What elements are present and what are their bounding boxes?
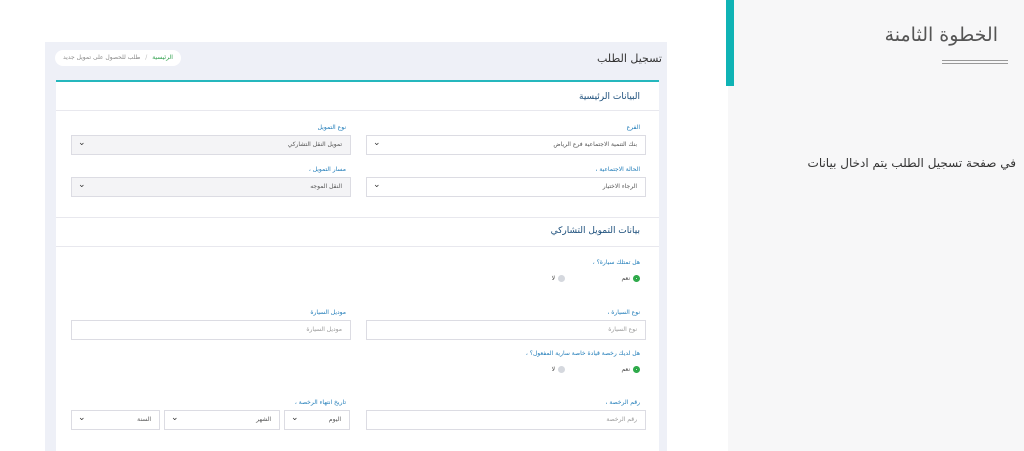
breadcrumb-separator: / — [145, 54, 148, 61]
license-no-option[interactable]: لا — [552, 366, 565, 373]
car-type-input[interactable]: نوع السيارة — [366, 320, 646, 340]
branch-select[interactable]: بنك التنمية الاجتماعية فرع الرياض — [366, 135, 646, 155]
financing-type-label: نوع التمويل — [317, 124, 346, 131]
form-screenshot: تسجيل الطلب الرئيسية / طلب للحصول على تم… — [45, 42, 667, 451]
radio-unselected-icon — [558, 366, 565, 373]
breadcrumb: الرئيسية / طلب للحصول على تمويل جديد — [55, 50, 181, 66]
financing-type-select[interactable]: تمويل النقل التشاركي — [71, 135, 351, 155]
financing-path-select[interactable]: النقل الموجه — [71, 177, 351, 197]
branch-label: الفرع — [626, 124, 640, 131]
main-section-title: البيانات الرئيسية — [579, 92, 640, 102]
social-status-select[interactable]: الرجاء الاختيار — [366, 177, 646, 197]
license-yes-option[interactable]: نعم — [621, 366, 640, 373]
section-divider — [56, 110, 659, 111]
own-car-radio-group: نعم لا — [530, 275, 640, 285]
license-yes-label: نعم — [621, 366, 630, 373]
page: الخطوة الثامنة في صفحة تسجيل الطلب يتم ا… — [0, 0, 1024, 451]
own-car-yes-label: نعم — [621, 275, 630, 282]
own-car-yes-option[interactable]: نعم — [621, 275, 640, 282]
step-description: في صفحة تسجيل الطلب يتم ادخال بيانات — [807, 156, 1016, 170]
instruction-panel — [728, 0, 1024, 451]
section-divider — [56, 246, 659, 247]
breadcrumb-home-link[interactable]: الرئيسية — [152, 54, 173, 61]
social-status-label: الحالة الاجتماعية ، — [595, 166, 640, 173]
section-divider — [56, 217, 659, 218]
license-number-input[interactable]: رقم الرخصة — [366, 410, 646, 430]
own-car-label: هل تمتلك سيارة؟ ، — [592, 259, 640, 266]
page-title: تسجيل الطلب — [597, 52, 662, 65]
own-car-no-option[interactable]: لا — [552, 275, 565, 282]
step-title-underline — [942, 60, 1008, 64]
license-expiry-label: تاريخ انتهاء الرخصة ، — [294, 399, 346, 406]
license-expiry-day-select[interactable]: اليوم — [284, 410, 350, 430]
step-title: الخطوة الثامنة — [884, 24, 998, 46]
license-number-label: رقم الرخصة ، — [605, 399, 640, 406]
car-model-input[interactable]: موديل السيارة — [71, 320, 351, 340]
license-expiry-year-select[interactable]: السنة — [71, 410, 160, 430]
own-car-no-label: لا — [551, 275, 555, 282]
breadcrumb-current: طلب للحصول على تمويل جديد — [63, 54, 141, 61]
license-radio-group: نعم لا — [530, 366, 640, 376]
radio-selected-icon — [633, 275, 640, 282]
car-type-label: نوع السيارة ، — [607, 309, 640, 316]
license-expiry-month-select[interactable]: الشهر — [164, 410, 280, 430]
radio-selected-icon — [633, 366, 640, 373]
financing-path-label: مسار التمويل ، — [308, 166, 346, 173]
accent-bar — [726, 0, 734, 86]
car-model-label: موديل السيارة — [310, 309, 346, 316]
form-card: البيانات الرئيسية الفرع بنك التنمية الاج… — [56, 80, 659, 451]
participatory-section-title: بيانات التمويل التشاركي — [550, 226, 640, 236]
license-no-label: لا — [551, 366, 555, 373]
radio-unselected-icon — [558, 275, 565, 282]
license-label: هل لديك رخصة قيادة خاصة سارية المفعول؟ ، — [525, 350, 640, 357]
